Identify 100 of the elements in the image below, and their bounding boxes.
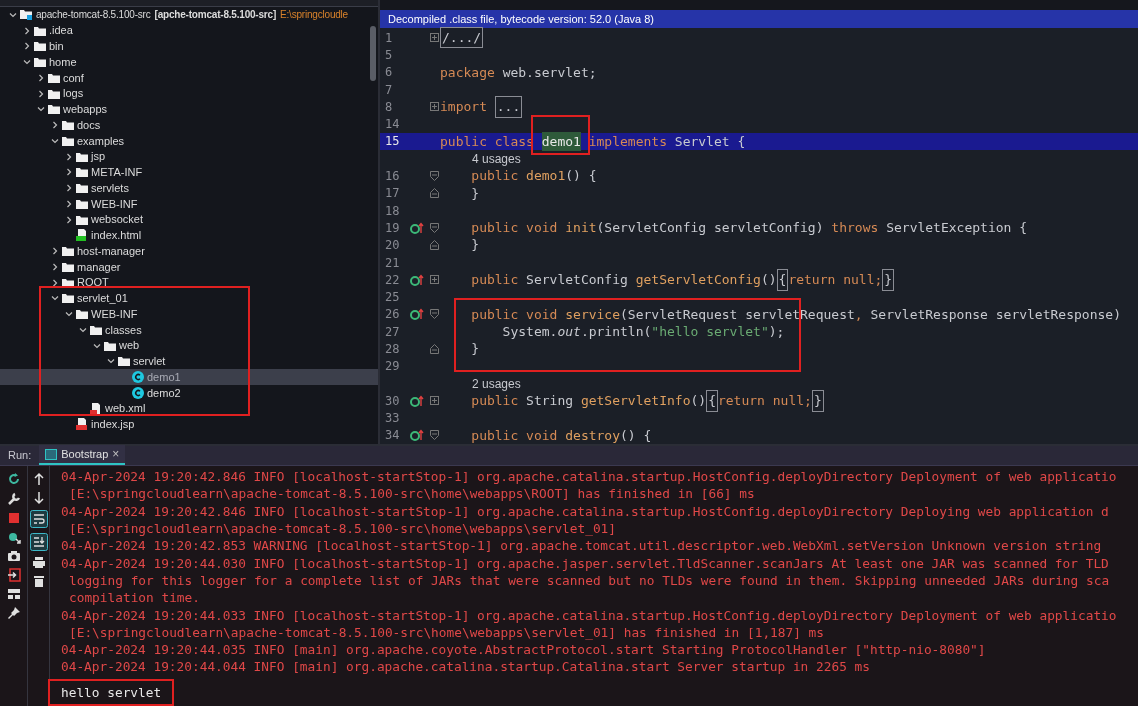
line-number: 18 (384, 202, 401, 220)
camera-icon[interactable] (6, 550, 21, 563)
tree-item[interactable]: servlets (0, 180, 378, 196)
item-label: host-manager (77, 243, 145, 259)
console-line: 04-Apr-2024 19:20:42.846 INFO [localhost-startStop-1] org.apache.catalina.startup.HostConfig.deployDirectory Deploying web application d (61, 502, 1109, 521)
line-number: 33 (384, 410, 401, 428)
tree-item[interactable]: WEB-INF (0, 306, 378, 322)
run-tab[interactable]: Bootstrap × (39, 445, 126, 466)
tree-item[interactable]: docs (0, 117, 378, 133)
code-line: public demo1() { (470, 167, 597, 186)
down-arrow-icon[interactable] (32, 491, 45, 506)
tree-item[interactable]: .idea (0, 22, 378, 39)
item-label: servlet_01 (77, 291, 128, 307)
item-label: bin (49, 39, 64, 55)
line-number: 30 (384, 392, 401, 410)
item-label: index.html (91, 228, 142, 244)
folder-icon (62, 261, 74, 272)
folder-icon (76, 167, 88, 178)
line-number: 22 (384, 271, 401, 289)
code-line: import ... (440, 96, 523, 118)
tree-item[interactable]: apache-tomcat-8.5.100-src [apche-tomcat-8.5.100-src] E:\springcloudle (0, 7, 378, 23)
tree-item[interactable]: host-manager (0, 243, 378, 259)
layout-icon[interactable] (6, 588, 21, 601)
pin-icon[interactable] (6, 606, 21, 621)
code-line: public void destroy() { (470, 426, 652, 445)
class-icon (132, 371, 144, 384)
tab-label: Bootstrap (61, 446, 109, 462)
chevron-down-icon (23, 58, 31, 67)
line-number: 14 (384, 116, 401, 134)
tree-item[interactable]: logs (0, 85, 378, 102)
folder-icon (62, 293, 74, 304)
tree-item[interactable]: META-INF (0, 164, 378, 181)
tree-item[interactable]: jsp (0, 148, 378, 165)
code-line: public String getServletInfo(){return null;} (440, 390, 824, 412)
line-number: 6 (384, 64, 394, 82)
line-number: 19 (384, 219, 401, 237)
tree-item[interactable]: index.jsp (0, 416, 378, 433)
up-arrow-icon[interactable] (32, 472, 45, 487)
folder-icon (62, 277, 74, 288)
code-line: package web.servlet; (440, 63, 597, 82)
folder-icon (62, 246, 74, 257)
tree-item[interactable]: WEB-INF (0, 196, 378, 212)
item-label: .idea (49, 23, 73, 39)
tree-item[interactable]: web (0, 337, 378, 354)
line-number: 25 (384, 289, 401, 307)
console-line: 04-Apr-2024 19:20:44.033 INFO [localhost-startStop-1] org.apache.catalina.startup.HostConfig.deployDirectory Deployment of web applicatio (61, 606, 1117, 624)
folder-icon (34, 41, 46, 52)
folder-icon (76, 214, 88, 225)
tree-item[interactable]: websocket (0, 211, 378, 228)
item-label: examples (77, 133, 125, 149)
console-line: [E:\springcloudlearn\apache-tomcat-8.5.100-src\home\webapps\ROOT] has finished in [66] ms (68, 485, 755, 503)
tree-item[interactable]: bin (0, 38, 378, 55)
usages-hint[interactable]: 4 usages (440, 149, 521, 168)
exit-icon[interactable] (6, 568, 21, 583)
module-name: [apche-tomcat-8.5.100-src] (154, 8, 277, 23)
tree-item[interactable]: examples (0, 133, 378, 149)
item-label: jsp (91, 149, 106, 165)
item-label: demo2 (147, 385, 181, 401)
stop-icon[interactable] (7, 512, 20, 525)
tree-item[interactable]: ROOT (0, 274, 378, 291)
item-label: logs (63, 86, 84, 102)
print-icon[interactable] (31, 556, 46, 570)
folder-icon (48, 104, 60, 115)
console-line: [E:\springcloudlearn\apache-tomcat-8.5.100-src\home\webapps\servlet_01] (68, 520, 616, 538)
item-label: web.xml (105, 401, 146, 417)
folder-icon (90, 324, 102, 335)
scrollbar[interactable] (370, 26, 376, 81)
scroll-to-end-icon[interactable] (29, 533, 48, 552)
tree-item[interactable]: demo2 (0, 385, 378, 401)
tree-item[interactable]: web.xml (0, 400, 378, 417)
tree-item[interactable]: home (0, 54, 378, 70)
line-number: 26 (384, 306, 401, 324)
folder-icon (62, 120, 74, 131)
wrench-icon[interactable] (6, 492, 21, 507)
decompiled-banner: Decompiled .class file, bytecode version: 52.0 (Java 8) (380, 10, 1138, 28)
tree-item[interactable]: webapps (0, 101, 378, 118)
close-button[interactable]: × (112, 445, 120, 464)
debug-icon[interactable] (6, 530, 21, 545)
usages-hint[interactable]: 2 usages (440, 374, 521, 393)
item-label: demo1 (147, 369, 181, 385)
tree-item[interactable]: servlet_01 (0, 290, 378, 307)
trash-icon[interactable] (32, 574, 45, 589)
tree-item[interactable]: manager (0, 259, 378, 275)
tree-item[interactable]: servlet (0, 353, 378, 370)
jsp-file-icon (76, 418, 88, 431)
rerun-icon[interactable] (6, 472, 21, 487)
folder-icon (48, 88, 60, 99)
tree-item[interactable]: conf (0, 70, 378, 86)
module-path: E:\springcloudle (280, 8, 348, 23)
tree-item[interactable]: classes (0, 322, 378, 338)
folder-icon (62, 135, 74, 146)
console-line: 04-Apr-2024 19:20:44.030 INFO [localhost-startStop-1] org.apache.jasper.servlet.TldScanner.scanJars At least one JAR was scanned for TLD (61, 554, 1109, 572)
chevron-down-icon (37, 105, 45, 114)
tree-item[interactable]: index.html (0, 227, 378, 244)
code-line: } (470, 236, 480, 255)
item-label: servlet (133, 354, 166, 370)
tree-item[interactable]: demo1 (0, 369, 378, 385)
soft-wrap-icon[interactable] (29, 510, 48, 529)
folder-icon (76, 151, 88, 162)
folder-icon (76, 183, 88, 194)
